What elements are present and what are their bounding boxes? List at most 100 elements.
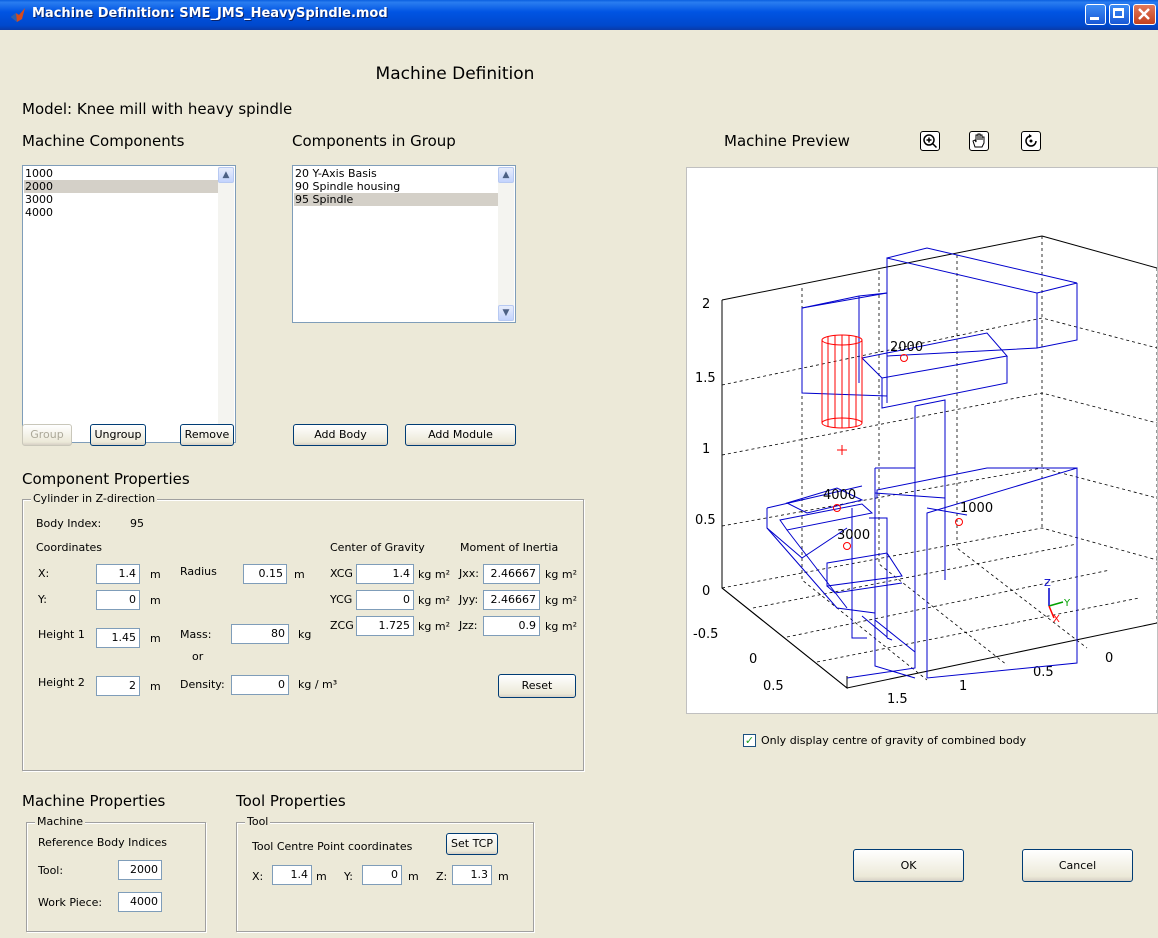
close-icon [1138, 8, 1150, 20]
title-bar[interactable]: Machine Definition: SME_JMS_HeavySpindle… [0, 0, 1158, 30]
scrollbar[interactable]: ▲ ▼ [218, 167, 234, 441]
tcp-z-field[interactable]: 1.3 [452, 865, 492, 885]
cancel-button[interactable]: Cancel [1022, 849, 1133, 882]
list-item[interactable]: 1000 [24, 167, 219, 180]
close-button[interactable] [1133, 4, 1156, 25]
z-tick-label: 0 [702, 584, 710, 599]
selected-spindle [821, 334, 863, 455]
height1-field[interactable]: 1.45 [96, 628, 140, 648]
mass-field[interactable]: 80 [231, 624, 289, 644]
matlab-icon [11, 8, 25, 22]
list-item[interactable]: 4000 [24, 206, 219, 219]
body-label: 2000 [890, 340, 923, 355]
z-tick-label: 2 [702, 297, 710, 312]
body-label: 4000 [823, 488, 856, 503]
tool-index-field[interactable]: 2000 [118, 860, 162, 880]
height2-unit: m [150, 680, 161, 693]
x-tick-label: 1 [959, 679, 967, 694]
maximize-button[interactable] [1109, 4, 1130, 25]
components-in-group-label: Components in Group [292, 132, 456, 150]
machine-components-label: Machine Components [22, 132, 185, 150]
jyy-field[interactable]: 2.46667 [483, 590, 540, 610]
height2-field[interactable]: 2 [96, 676, 140, 696]
machine-components-list[interactable]: 1000 2000 3000 4000 ▲ ▼ [22, 165, 236, 443]
scroll-down-icon[interactable]: ▼ [498, 305, 514, 321]
jxx-field[interactable]: 2.46667 [483, 564, 540, 584]
svg-text:Z: Z [1044, 578, 1051, 589]
page-title: Machine Definition [375, 64, 535, 84]
machine-properties-label: Machine Properties [22, 792, 166, 810]
z-tick-label: 0.5 [695, 513, 716, 528]
height1-label: Height 1 [38, 628, 85, 641]
mass-label: Mass: [180, 628, 212, 641]
tcp-x-label: X: [252, 870, 264, 883]
svg-text:Y: Y [1063, 598, 1071, 609]
list-item[interactable]: 3000 [24, 193, 219, 206]
or-label: or [192, 650, 204, 663]
height2-label: Height 2 [38, 676, 85, 689]
dialog-body: Machine Definition Model: Knee mill with… [0, 30, 1158, 938]
set-tcp-button[interactable]: Set TCP [446, 833, 498, 855]
x-tick-label: 1.5 [887, 692, 908, 707]
moment-of-inertia-label: Moment of Inertia [460, 541, 559, 554]
list-item[interactable]: 20 Y-Axis Basis [294, 167, 499, 180]
add-module-button[interactable]: Add Module [405, 424, 516, 446]
frame-title: Tool [245, 815, 271, 828]
jyy-label: Jyy: [459, 593, 479, 606]
tcp-x-field[interactable]: 1.4 [272, 865, 312, 885]
tool-properties-label: Tool Properties [236, 792, 346, 810]
x-unit: m [150, 568, 161, 581]
density-label: Density: [180, 678, 225, 691]
body-label: 3000 [837, 528, 870, 543]
jzz-field[interactable]: 0.9 [483, 616, 540, 636]
tcp-y-field[interactable]: 0 [362, 865, 402, 885]
add-body-button[interactable]: Add Body [293, 424, 388, 446]
pan-icon[interactable] [969, 131, 989, 151]
machine-preview-axes[interactable]: 2 1.5 1 0.5 0 -0.5 0 0.5 1.5 1 0.5 0 200… [686, 167, 1158, 714]
y-unit: m [150, 594, 161, 607]
component-properties-label: Component Properties [22, 470, 190, 488]
y-field[interactable]: 0 [96, 590, 140, 610]
tcp-x-unit: m [316, 870, 327, 883]
frame-title: Cylinder in Z-direction [31, 492, 158, 505]
reset-button[interactable]: Reset [498, 674, 576, 698]
ycg-unit: kg m² [418, 594, 450, 607]
tcp-z-label: Z: [436, 870, 448, 883]
frame-title: Machine [35, 815, 86, 828]
z-tick-label: 1 [702, 442, 710, 457]
zoom-icon[interactable] [920, 131, 940, 151]
ycg-field[interactable]: 0 [356, 590, 414, 610]
x-label: X: [38, 567, 50, 580]
x-field[interactable]: 1.4 [96, 564, 140, 584]
radius-field[interactable]: 0.15 [243, 564, 287, 584]
xcg-field[interactable]: 1.4 [356, 564, 414, 584]
list-item[interactable]: 2000 [24, 180, 219, 193]
workpiece-index-field[interactable]: 4000 [118, 892, 162, 912]
list-item[interactable]: 95 Spindle [294, 193, 499, 206]
group-button[interactable]: Group [22, 424, 72, 446]
machine-preview-label: Machine Preview [724, 132, 850, 150]
scroll-up-icon[interactable]: ▲ [498, 167, 514, 183]
jzz-unit: kg m² [545, 620, 577, 633]
ycg-label: YCG [330, 593, 353, 606]
density-field[interactable]: 0 [231, 675, 289, 695]
svg-text:X: X [1053, 614, 1060, 625]
scrollbar[interactable]: ▲ ▼ [498, 167, 514, 321]
jxx-label: Jxx: [459, 567, 479, 580]
ungroup-button[interactable]: Ungroup [90, 424, 146, 446]
ok-button[interactable]: OK [853, 849, 964, 882]
zcg-field[interactable]: 1.725 [356, 616, 414, 636]
cog-checkbox[interactable]: ✓ [743, 734, 756, 747]
xcg-label: XCG [330, 567, 353, 580]
tcp-label: Tool Centre Point coordinates [252, 840, 413, 853]
minimize-button[interactable] [1085, 4, 1106, 25]
list-item[interactable]: 90 Spindle housing [294, 180, 499, 193]
rotate-icon[interactable] [1021, 131, 1041, 151]
remove-button[interactable]: Remove [180, 424, 234, 446]
components-in-group-list[interactable]: 20 Y-Axis Basis 90 Spindle housing 95 Sp… [292, 165, 516, 323]
reference-indices-label: Reference Body Indices [38, 836, 167, 849]
radius-unit: m [294, 568, 305, 581]
x-tick-label: 0 [1105, 651, 1113, 666]
scroll-up-icon[interactable]: ▲ [218, 167, 234, 183]
window-title: Machine Definition: SME_JMS_HeavySpindle… [32, 6, 388, 21]
